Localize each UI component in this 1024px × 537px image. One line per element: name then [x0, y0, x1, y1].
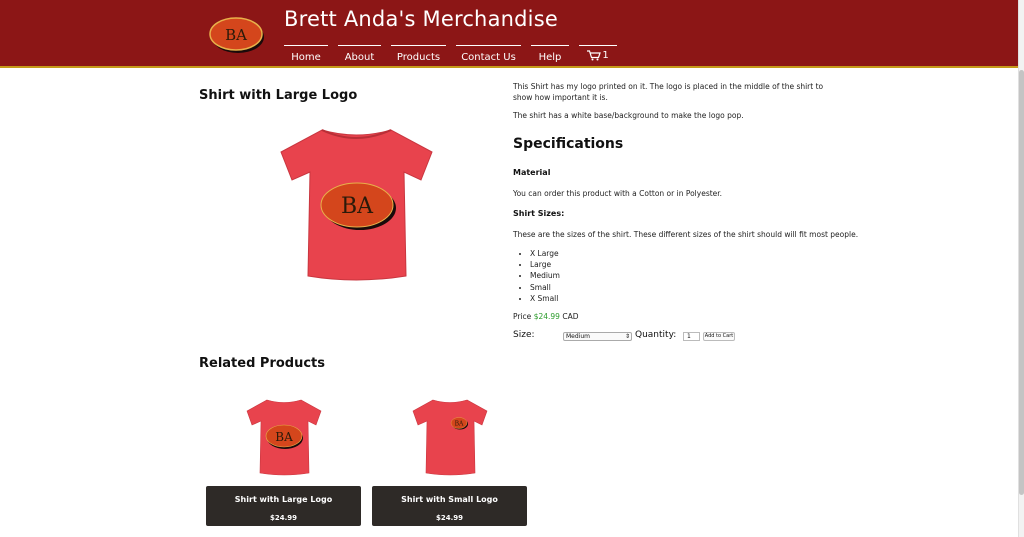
site-logo[interactable]: BA — [209, 15, 265, 55]
site-header: BA Brett Anda's Merchandise Home About P… — [0, 0, 1018, 68]
price-line: Price $24.99 CAD — [513, 312, 578, 321]
list-item: Medium — [530, 270, 560, 281]
nav-cart[interactable]: 1 — [579, 45, 617, 67]
cart-count: 1 — [602, 50, 609, 61]
related-product-image[interactable]: BA — [412, 398, 488, 476]
price-prefix: Price — [513, 312, 532, 321]
related-product-info[interactable]: Shirt with Large Logo $24.99 — [206, 486, 361, 526]
size-select-value: Medium — [566, 333, 590, 340]
list-item: X Small — [530, 293, 560, 304]
site-title[interactable]: Brett Anda's Merchandise — [284, 7, 558, 31]
description-paragraph-2: The shirt has a white base/background to… — [513, 111, 744, 120]
related-product-name[interactable]: Shirt with Large Logo — [206, 495, 361, 504]
product-title: Shirt with Large Logo — [199, 88, 358, 103]
svg-text:BA: BA — [341, 194, 374, 219]
list-item: X Large — [530, 248, 560, 259]
svg-text:BA: BA — [455, 421, 464, 428]
nav-home[interactable]: Home — [284, 45, 328, 67]
related-product-image[interactable]: BA — [246, 398, 322, 476]
nav-contact-us[interactable]: Contact Us — [456, 45, 521, 67]
related-product-info[interactable]: Shirt with Small Logo $24.99 — [372, 486, 527, 526]
price-amount: $24.99 — [533, 312, 560, 321]
price-currency: CAD — [562, 312, 579, 321]
quantity-label: Quantity: — [635, 330, 677, 340]
related-products-heading: Related Products — [199, 356, 326, 371]
related-product-price: $24.99 — [435, 514, 463, 522]
quantity-input[interactable]: 1 — [683, 332, 700, 341]
related-product-price: $24.99 — [269, 514, 297, 522]
svg-text:BA: BA — [225, 26, 247, 44]
size-select[interactable]: Medium ⇕ — [563, 332, 632, 341]
description-paragraph-1: This Shirt has my logo printed on it. Th… — [513, 82, 824, 102]
nav-help[interactable]: Help — [531, 45, 569, 67]
svg-text:BA: BA — [275, 430, 293, 444]
material-heading: Material — [513, 168, 551, 177]
related-product-name[interactable]: Shirt with Small Logo — [372, 495, 527, 504]
size-label: Size: — [513, 330, 535, 340]
cart-icon — [587, 50, 602, 61]
nav-about[interactable]: About — [338, 45, 381, 67]
sizes-list: X Large Large Medium Small X Small — [530, 248, 560, 304]
product-image: BA — [280, 129, 433, 281]
shirt-sizes-text: These are the sizes of the shirt. These … — [513, 230, 859, 239]
material-text: You can order this product with a Cotton… — [513, 189, 723, 198]
shirt-sizes-heading: Shirt Sizes: — [513, 209, 565, 218]
nav-products[interactable]: Products — [391, 45, 446, 67]
product-description: This Shirt has my logo printed on it. Th… — [513, 81, 833, 128]
page-scrollbar[interactable] — [1018, 0, 1024, 537]
specifications-heading: Specifications — [513, 136, 624, 152]
main-nav: Home About Products Contact Us Help 1 — [284, 45, 627, 67]
scrollbar-thumb[interactable] — [1019, 70, 1024, 495]
select-arrows-icon: ⇕ — [624, 333, 630, 340]
add-to-cart-button[interactable]: Add to Cart — [703, 332, 735, 341]
list-item: Small — [530, 282, 560, 293]
list-item: Large — [530, 259, 560, 270]
